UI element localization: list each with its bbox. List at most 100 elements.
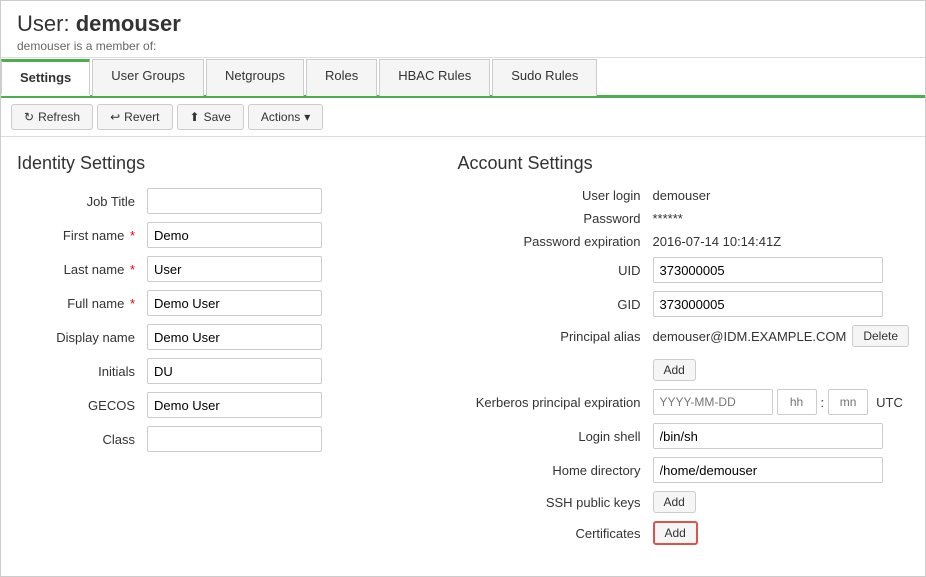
label-last-name: Last name *	[17, 262, 147, 277]
revert-icon: ↩	[110, 110, 120, 124]
save-label: Save	[204, 110, 231, 124]
identity-title: Identity Settings	[17, 153, 418, 174]
content-area: Identity Settings Job Title First name *	[1, 137, 925, 569]
form-row-class: Class	[17, 426, 418, 452]
row-gid: GID	[458, 291, 910, 317]
value-password: ******	[653, 211, 683, 226]
chevron-down-icon: ▾	[304, 110, 310, 124]
label-ssh-public-keys: SSH public keys	[458, 495, 653, 510]
label-password: Password	[458, 211, 653, 226]
row-password: Password ******	[458, 211, 910, 226]
input-display-name[interactable]	[147, 324, 322, 350]
save-icon: ⬆	[190, 110, 200, 124]
add-ssh-key-button[interactable]: Add	[653, 491, 696, 513]
main-window: User: demouser demouser is a member of: …	[0, 0, 926, 577]
label-password-expiration: Password expiration	[458, 234, 653, 249]
input-class[interactable]	[147, 426, 322, 452]
row-principal-alias-add: Add	[458, 355, 910, 381]
row-login-shell: Login shell	[458, 423, 910, 449]
kerberos-hh-input[interactable]	[777, 389, 817, 415]
row-certificates: Certificates Add	[458, 521, 910, 545]
row-password-expiration: Password expiration 2016-07-14 10:14:41Z	[458, 234, 910, 249]
label-certificates: Certificates	[458, 526, 653, 541]
input-initials[interactable]	[147, 358, 322, 384]
actions-label: Actions	[261, 110, 300, 124]
label-principal-alias: Principal alias	[458, 329, 653, 344]
label-display-name: Display name	[17, 330, 147, 345]
form-row-initials: Initials	[17, 358, 418, 384]
refresh-label: Refresh	[38, 110, 80, 124]
tab-user-groups[interactable]: User Groups	[92, 59, 204, 96]
form-row-full-name: Full name *	[17, 290, 418, 316]
principal-alias-container: demouser@IDM.EXAMPLE.COM Delete	[653, 325, 910, 347]
value-password-expiration: 2016-07-14 10:14:41Z	[653, 234, 782, 249]
label-login-shell: Login shell	[458, 429, 653, 444]
value-user-login: demouser	[653, 188, 711, 203]
form-row-gecos: GECOS	[17, 392, 418, 418]
utc-label: UTC	[876, 395, 903, 410]
identity-section: Identity Settings Job Title First name *	[17, 153, 418, 553]
input-gecos[interactable]	[147, 392, 322, 418]
refresh-button[interactable]: ↻ Refresh	[11, 104, 93, 130]
form-row-job-title: Job Title	[17, 188, 418, 214]
account-title: Account Settings	[458, 153, 910, 174]
label-uid: UID	[458, 263, 653, 278]
toolbar: ↻ Refresh ↩ Revert ⬆ Save Actions ▾	[1, 98, 925, 137]
row-home-directory: Home directory	[458, 457, 910, 483]
value-principal-alias: demouser@IDM.EXAMPLE.COM	[653, 329, 847, 344]
kerberos-colon: :	[821, 395, 825, 410]
label-home-directory: Home directory	[458, 463, 653, 478]
page-subtitle: demouser is a member of:	[17, 39, 909, 53]
required-star-first-name: *	[130, 228, 135, 243]
label-gid: GID	[458, 297, 653, 312]
tab-netgroups[interactable]: Netgroups	[206, 59, 304, 96]
form-row-first-name: First name *	[17, 222, 418, 248]
tab-roles[interactable]: Roles	[306, 59, 377, 96]
label-user-login: User login	[458, 188, 653, 203]
kerberos-date-input[interactable]	[653, 389, 773, 415]
tab-sudo-rules[interactable]: Sudo Rules	[492, 59, 597, 96]
row-ssh-public-keys: SSH public keys Add	[458, 491, 910, 513]
tab-settings[interactable]: Settings	[1, 59, 90, 96]
kerberos-mn-input[interactable]	[828, 389, 868, 415]
input-gid[interactable]	[653, 291, 883, 317]
tab-hbac-rules[interactable]: HBAC Rules	[379, 59, 490, 96]
label-full-name: Full name *	[17, 296, 147, 311]
add-principal-alias-button[interactable]: Add	[653, 359, 696, 381]
input-first-name[interactable]	[147, 222, 322, 248]
input-home-directory[interactable]	[653, 457, 883, 483]
delete-principal-alias-button[interactable]: Delete	[852, 325, 909, 347]
input-uid[interactable]	[653, 257, 883, 283]
input-full-name[interactable]	[147, 290, 322, 316]
label-kerberos: Kerberos principal expiration	[458, 395, 653, 410]
input-last-name[interactable]	[147, 256, 322, 282]
form-row-last-name: Last name *	[17, 256, 418, 282]
actions-button[interactable]: Actions ▾	[248, 104, 323, 130]
input-login-shell[interactable]	[653, 423, 883, 449]
kerberos-inputs: : UTC	[653, 389, 903, 415]
username: demouser	[76, 11, 181, 36]
revert-button[interactable]: ↩ Revert	[97, 104, 172, 130]
form-row-display-name: Display name	[17, 324, 418, 350]
refresh-icon: ↻	[24, 110, 34, 124]
revert-label: Revert	[124, 110, 159, 124]
label-job-title: Job Title	[17, 194, 147, 209]
input-job-title[interactable]	[147, 188, 322, 214]
label-class: Class	[17, 432, 147, 447]
page-header: User: demouser demouser is a member of:	[1, 1, 925, 58]
row-principal-alias: Principal alias demouser@IDM.EXAMPLE.COM…	[458, 325, 910, 347]
save-button[interactable]: ⬆ Save	[177, 104, 244, 130]
row-kerberos: Kerberos principal expiration : UTC	[458, 389, 910, 415]
label-gecos: GECOS	[17, 398, 147, 413]
required-star-full-name: *	[130, 296, 135, 311]
label-initials: Initials	[17, 364, 147, 379]
page-title: User: demouser	[17, 11, 909, 37]
row-user-login: User login demouser	[458, 188, 910, 203]
title-prefix: User:	[17, 11, 70, 36]
row-uid: UID	[458, 257, 910, 283]
add-certificate-button[interactable]: Add	[653, 521, 698, 545]
account-section: Account Settings User login demouser Pas…	[458, 153, 910, 553]
label-first-name: First name *	[17, 228, 147, 243]
required-star-last-name: *	[130, 262, 135, 277]
tabs-row: Settings User Groups Netgroups Roles HBA…	[1, 58, 925, 98]
